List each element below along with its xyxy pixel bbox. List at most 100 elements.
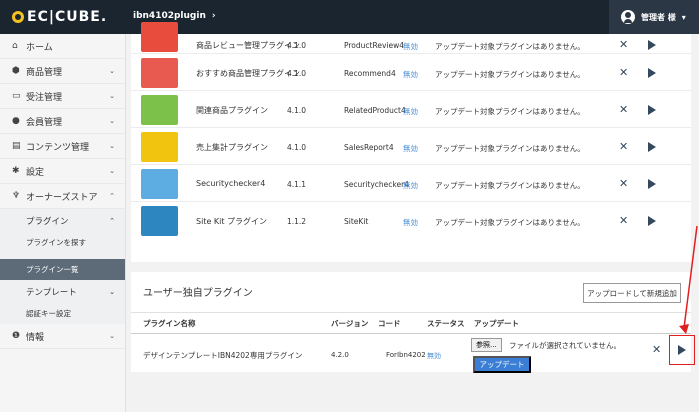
plugin-update-note: アップデート対象プラグインはありません。 [435,181,585,190]
gear-icon: ✱ [12,166,20,176]
user-name: 管理者 様 [641,12,676,22]
plug-icon: ♆ [12,191,21,201]
sidebar-subitem-label: テンプレート [26,287,77,298]
info-icon: ❶ [12,331,21,341]
delete-icon[interactable]: ✕ [619,214,628,227]
sidebar: ⌂ ホーム ⬢ 商品管理 ⌄ ▭ 受注管理 ⌄ ● 会員管理 ⌄ ▤ コンテンツ… [0,34,126,412]
main-content: 商品レビュー管理プラグイン 4.1.0 ProductReview4 無効 アッ… [126,22,699,412]
plugin-version: 4.1.0 [287,41,307,50]
sidebar-subitem-find-plugin[interactable]: プラグインを探す [0,232,125,253]
plugin-update-note: アップデート対象プラグインはありません。 [435,144,585,153]
breadcrumb[interactable]: ibn4102plugin › [133,11,216,21]
plugin-thumbnail [141,95,178,125]
sidebar-item-label: オーナーズストア [26,192,98,203]
file-browse-button[interactable]: 参照... [471,338,502,352]
table-row: Site Kit プラグイン 1.1.2 SiteKit 無効 アップデート対象… [131,202,691,239]
chevron-down-icon: ▾ [681,12,686,22]
cart-icon: ▭ [12,91,21,101]
plugin-name: 売上集計プラグイン [196,143,268,152]
chevron-down-icon: ⌄ [109,332,115,340]
home-icon: ⌂ [12,41,18,51]
table-row: おすすめ商品管理プラグイン 4.1.0 Recommend4 無効 アップデート… [131,54,691,91]
table-row: 商品レビュー管理プラグイン 4.1.0 ProductReview4 無効 アッ… [131,22,691,54]
play-icon[interactable] [648,105,656,115]
sidebar-subitem-plugin[interactable]: プラグイン ⌃ [0,209,125,232]
play-icon[interactable] [648,142,656,152]
sidebar-item-contents[interactable]: ▤ コンテンツ管理 ⌄ [0,134,125,159]
plugin-code: Recommend4 [344,69,396,78]
sidebar-subitem-auth-key[interactable]: 認証キー設定 [0,303,125,324]
sidebar-item-label: 設定 [26,167,45,178]
divider [131,312,691,313]
sidebar-item-info[interactable]: ❶ 情報 ⌄ [0,324,125,349]
user-menu[interactable]: 管理者 様 ▾ [609,0,699,34]
play-icon[interactable] [648,40,656,50]
update-button[interactable]: アップデート [473,356,531,373]
table-row: 売上集計プラグイン 4.1.0 SalesReport4 無効 アップデート対象… [131,128,691,165]
sidebar-item-label: 情報 [26,332,45,343]
sidebar-item-label: 会員管理 [26,117,63,128]
user-icon [621,10,635,24]
plugin-code: SalesReport4 [344,143,394,152]
plugin-code: Securitychecker4 [344,180,409,189]
delete-icon[interactable]: ✕ [619,140,628,153]
plugin-status: 無効 [403,181,418,190]
section-title: ユーザー独自プラグイン [143,288,253,299]
plugin-thumbnail [141,22,178,52]
delete-icon[interactable]: ✕ [652,343,661,356]
upload-new-button[interactable]: アップロードして新規追加 [583,283,681,303]
table-row: 関連商品プラグイン 4.1.0 RelatedProduct4 無効 アップデー… [131,91,691,128]
document-icon: ▤ [12,141,21,151]
chevron-down-icon: ⌄ [109,117,115,125]
plugin-status: 無効 [403,218,418,227]
play-icon[interactable] [678,345,686,355]
plugin-thumbnail [141,58,178,88]
delete-icon[interactable]: ✕ [619,38,628,51]
plugin-status: 無効 [403,144,418,153]
delete-icon[interactable]: ✕ [619,177,628,190]
divider [131,333,691,334]
plugin-name: 関連商品プラグイン [196,106,268,115]
delete-icon[interactable]: ✕ [619,66,628,79]
plugin-name: Site Kit プラグイン [196,217,268,226]
sidebar-subitem-plugin-list[interactable]: プラグイン一覧 [0,259,125,280]
chevron-down-icon: ⌄ [109,287,115,296]
official-plugin-card: 商品レビュー管理プラグイン 4.1.0 ProductReview4 無効 アッ… [131,22,691,262]
plugin-name: おすすめ商品管理プラグイン [196,69,300,78]
sidebar-item-customers[interactable]: ● 会員管理 ⌄ [0,109,125,134]
sidebar-subitem-template[interactable]: テンプレート ⌄ [0,280,125,303]
column-header-version: バージョン [331,319,369,328]
sidebar-item-settings[interactable]: ✱ 設定 ⌄ [0,159,125,184]
chevron-up-icon: ⌃ [109,192,115,200]
delete-icon[interactable]: ✕ [619,103,628,116]
sidebar-item-home[interactable]: ⌂ ホーム [0,34,125,59]
plugin-version: 4.2.0 [331,351,349,359]
plugin-name: 商品レビュー管理プラグイン [196,41,300,50]
plugin-version: 4.1.0 [287,106,307,115]
plugin-version: 1.1.2 [287,217,307,226]
sidebar-item-owners-store[interactable]: ♆ オーナーズストア ⌃ [0,184,125,209]
plugin-update-note: アップデート対象プラグインはありません。 [435,218,585,227]
sidebar-item-label: コンテンツ管理 [26,142,90,153]
sidebar-item-products[interactable]: ⬢ 商品管理 ⌄ [0,59,125,84]
sidebar-item-label: 受注管理 [26,92,63,103]
plugin-status: 無効 [403,107,418,116]
plugin-status: 無効 [403,70,418,79]
file-status-text: ファイルが選択されていません。 [509,341,622,350]
plugin-thumbnail [141,132,178,162]
play-icon[interactable] [648,68,656,78]
sidebar-item-orders[interactable]: ▭ 受注管理 ⌄ [0,84,125,109]
plugin-update-note: アップデート対象プラグインはありません。 [435,107,585,116]
users-icon: ● [12,116,20,126]
logo[interactable]: EC|CUBE. [12,9,107,25]
plugin-status: 無効 [403,42,418,51]
play-icon[interactable] [648,216,656,226]
column-header-code: コード [378,319,401,328]
custom-plugin-card: ユーザー独自プラグイン アップロードして新規追加 プラグイン名称 バージョン コ… [131,272,695,373]
sidebar-item-label: 商品管理 [26,67,63,78]
play-icon[interactable] [648,179,656,189]
plugin-code: SiteKit [344,217,369,226]
plugin-version: 4.1.1 [287,180,307,189]
plugin-name: Securitychecker4 [196,179,266,188]
breadcrumb-label: ibn4102plugin [133,11,206,21]
